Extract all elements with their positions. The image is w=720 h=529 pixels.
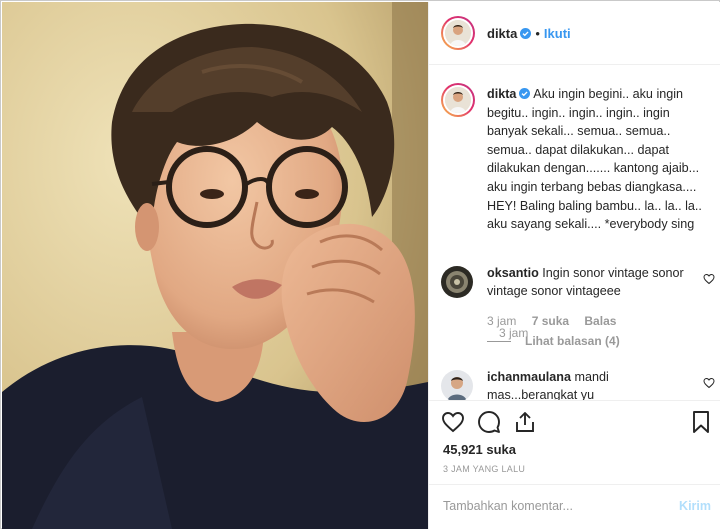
caption-username[interactable]: dikta	[487, 87, 516, 101]
comment-text: ichanmaulana mandi mas...berangkat yu	[487, 368, 697, 400]
post-photo[interactable]	[2, 2, 428, 529]
replies-line	[487, 341, 511, 343]
comment-input[interactable]	[443, 499, 663, 513]
username-link[interactable]: dikta	[487, 26, 517, 41]
comment-username[interactable]: ichanmaulana	[487, 370, 571, 384]
profile-avatar[interactable]	[441, 16, 475, 50]
posted-time[interactable]: 3 JAM YANG LALU	[443, 464, 525, 474]
comment-meta: 3 jam 7 suka Balas	[487, 314, 628, 328]
share-icon[interactable]	[513, 410, 537, 434]
bookmark-icon[interactable]	[689, 410, 713, 434]
comment-likes[interactable]: 7 suka	[532, 314, 569, 328]
reply-button[interactable]: Balas	[584, 314, 616, 328]
caption-body: Aku ingin begini.. aku ingin begitu.. in…	[487, 87, 702, 232]
caption-avatar[interactable]	[441, 83, 475, 117]
avatar-image	[445, 87, 471, 113]
avatar-image	[445, 20, 471, 46]
add-comment-bar: Kirim	[429, 484, 720, 529]
comment-item: ichanmaulana mandi mas...berangkat yu	[441, 368, 715, 400]
comment-timestamp[interactable]: 3 jam	[487, 314, 516, 328]
heart-icon[interactable]	[441, 410, 465, 434]
follow-button[interactable]: Ikuti	[544, 26, 571, 41]
comments-list[interactable]: dikta Aku ingin begini.. aku ingin begit…	[429, 66, 720, 400]
comment-item: oksantio Ingin sonor vintage sonor vinta…	[441, 264, 715, 348]
post-actions: 45,921 suka 3 JAM YANG LALU	[429, 400, 720, 484]
comment-icon[interactable]	[477, 410, 501, 434]
likes-count[interactable]: 45,921 suka	[443, 442, 516, 457]
avatar-image	[441, 370, 473, 400]
separator-dot: •	[535, 25, 540, 41]
view-replies-button[interactable]: Lihat balasan (4)	[487, 334, 620, 348]
caption-text: dikta Aku ingin begini.. aku ingin begit…	[487, 85, 709, 234]
selfie-illustration	[2, 2, 428, 529]
heart-icon[interactable]	[703, 273, 715, 285]
heart-icon[interactable]	[703, 377, 715, 389]
comment-text: oksantio Ingin sonor vintage sonor vinta…	[487, 264, 697, 301]
comment-avatar[interactable]	[441, 266, 473, 298]
post-window: dikta • Ikuti dikta Aku ingin begini.. a…	[0, 0, 720, 529]
verified-badge-icon	[520, 27, 532, 39]
post-header: dikta • Ikuti	[429, 2, 720, 65]
view-replies-label: Lihat balasan (4)	[525, 334, 620, 348]
verified-badge-icon	[519, 88, 531, 99]
avatar-image	[441, 266, 473, 298]
comment-username[interactable]: oksantio	[487, 266, 539, 280]
post-details-panel: dikta • Ikuti dikta Aku ingin begini.. a…	[428, 2, 720, 529]
comment-avatar[interactable]	[441, 370, 473, 400]
post-comment-button[interactable]: Kirim	[679, 499, 711, 513]
